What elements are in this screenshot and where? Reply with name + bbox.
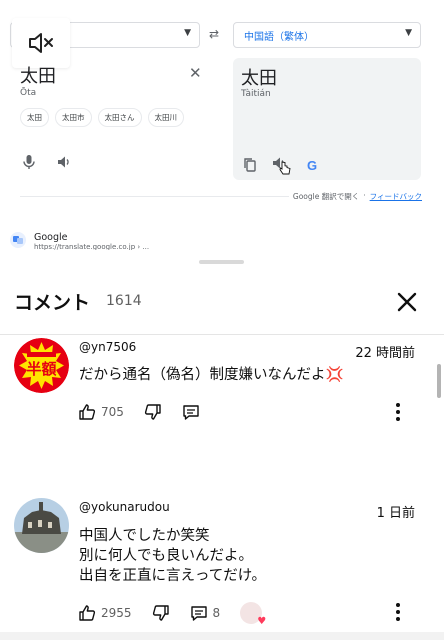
avatar-text: 半額 xyxy=(26,360,57,378)
comment-text: だから通名（偽名）制度嫌いなんだよ💢 xyxy=(79,365,344,385)
comment-line: 出自を正直に言えってだけ。 xyxy=(79,568,267,584)
bottom-edge xyxy=(0,632,444,640)
screen: ▼ ⇄ 中国語（繁体） ▼ 太田 Ōta ✕ 太田 太田市 太田さん 太田川 太… xyxy=(0,0,444,640)
clear-text-icon[interactable]: ✕ xyxy=(189,64,202,82)
close-icon[interactable] xyxy=(393,288,421,316)
copy-icon[interactable] xyxy=(243,157,257,173)
suggestion-chips: 太田 太田市 太田さん 太田川 xyxy=(20,108,184,127)
more-vert-icon[interactable] xyxy=(391,602,405,622)
mute-icon xyxy=(29,33,53,53)
scrollbar[interactable] xyxy=(437,364,441,398)
comment-author[interactable]: @yn7506 xyxy=(79,340,136,354)
translate-favicon-icon xyxy=(10,232,26,248)
suggestion-chip[interactable]: 太田 xyxy=(20,108,49,127)
comment-line: 別に何人でも良いんだよ。 xyxy=(79,548,253,564)
suggestion-chip[interactable]: 太田川 xyxy=(147,108,184,127)
avatar[interactable]: 半額 xyxy=(14,338,69,393)
target-text: 太田 xyxy=(241,68,277,89)
like-button[interactable]: 2955 xyxy=(78,604,132,622)
reply-button[interactable] xyxy=(182,403,200,421)
header-divider xyxy=(0,334,444,335)
like-button[interactable]: 705 xyxy=(78,403,124,421)
open-in-translate-link[interactable]: Google 翻訳で開く xyxy=(293,191,359,202)
thumbs-up-icon xyxy=(79,605,96,621)
mute-button[interactable] xyxy=(12,18,70,68)
heart-icon: ♥ xyxy=(257,616,267,627)
chevron-down-icon: ▼ xyxy=(184,28,191,38)
comment-line: 中国人でしたか笑笑 xyxy=(79,528,210,544)
source-text[interactable]: 太田 xyxy=(20,62,56,88)
comment-line: だから通名（偽名）制度嫌いなんだよ💢 xyxy=(79,367,344,383)
comment-text: 中国人でしたか笑笑 別に何人でも良いんだよ。 出自を正直に言えってだけ。 xyxy=(79,526,266,586)
translate-footer: Google 翻訳で開く · フィードバック xyxy=(288,191,422,202)
drag-handle[interactable] xyxy=(199,260,244,264)
comment-time: 22 時間前 xyxy=(355,346,415,361)
target-language-select[interactable]: 中国語（繁体） ▼ xyxy=(233,22,421,48)
like-count: 705 xyxy=(101,405,124,419)
comment-time: 1 日前 xyxy=(376,506,415,521)
chevron-down-icon: ▼ xyxy=(405,28,412,38)
more-vert-icon[interactable] xyxy=(391,402,405,422)
cursor-hand-icon xyxy=(279,161,291,175)
google-logo[interactable]: G xyxy=(307,158,317,173)
reply-button[interactable]: 8 xyxy=(190,604,221,622)
suggestion-chip[interactable]: 太田市 xyxy=(55,108,92,127)
result-title[interactable]: Google xyxy=(34,232,149,243)
speaker-icon[interactable] xyxy=(271,155,293,175)
translation-output: 太田 Tàitián G xyxy=(233,58,421,180)
thumbs-up-icon xyxy=(79,404,96,420)
comments-sheet: コメント 1614 半額 @yn7506 22 時間前 だから通名（偽名）制度嫌… xyxy=(0,250,444,640)
like-count: 2955 xyxy=(101,606,132,620)
target-tools: G xyxy=(243,155,317,175)
comments-title: コメント xyxy=(14,292,91,314)
reply-count: 8 xyxy=(212,606,221,620)
comment-actions: 2955 8 ♥ xyxy=(78,602,266,627)
comment-actions: 705 xyxy=(78,403,220,421)
separator: · xyxy=(363,191,366,200)
target-romanization: Tàitián xyxy=(241,89,271,99)
suggestion-chip[interactable]: 太田さん xyxy=(97,108,142,127)
creator-heart-avatar: ♥ xyxy=(240,602,266,627)
dislike-button[interactable] xyxy=(144,403,162,421)
source-romanization: Ōta xyxy=(20,88,37,98)
reply-icon xyxy=(183,405,199,420)
thumbs-down-icon xyxy=(152,605,169,621)
feedback-link[interactable]: フィードバック xyxy=(370,191,422,202)
comment-author[interactable]: @yokunarudou xyxy=(79,500,170,514)
speaker-icon[interactable] xyxy=(56,154,72,170)
mic-icon[interactable] xyxy=(22,154,36,170)
target-language-label: 中国語（繁体） xyxy=(244,32,314,43)
reply-icon xyxy=(190,606,207,621)
dislike-button[interactable] xyxy=(152,604,170,622)
video-player[interactable]: ▼ ⇄ 中国語（繁体） ▼ 太田 Ōta ✕ 太田 太田市 太田さん 太田川 太… xyxy=(0,0,444,252)
thumbs-down-icon xyxy=(144,404,161,420)
search-result[interactable]: Google https://translate.google.co.jp › … xyxy=(10,232,149,251)
avatar[interactable] xyxy=(14,498,69,553)
source-tools xyxy=(22,154,72,170)
swap-languages-icon[interactable]: ⇄ xyxy=(209,27,219,41)
comments-count: 1614 xyxy=(106,293,142,309)
